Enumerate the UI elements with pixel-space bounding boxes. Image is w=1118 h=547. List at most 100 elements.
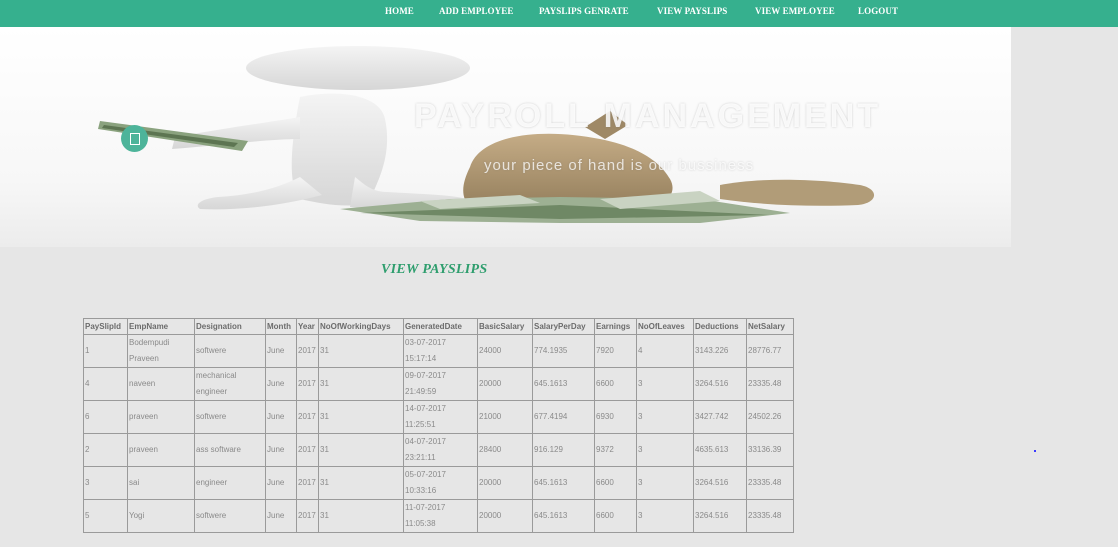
table-cell: 2017 bbox=[296, 334, 319, 368]
header-earnings: Earnings bbox=[594, 318, 637, 335]
nav-home-link[interactable]: HOME bbox=[385, 4, 414, 18]
table-cell: 916.129 bbox=[532, 433, 595, 467]
banner-subtitle: your piece of hand is our bussiness bbox=[484, 157, 755, 174]
table-cell: softwere bbox=[194, 499, 266, 533]
table-cell: 4 bbox=[636, 334, 694, 368]
table-cell: 9372 bbox=[594, 433, 637, 467]
table-cell: 31 bbox=[318, 466, 404, 500]
table-cell: 21000 bbox=[477, 400, 533, 434]
table-cell: 2017 bbox=[296, 367, 319, 401]
table-cell: 20000 bbox=[477, 499, 533, 533]
table-cell: 31 bbox=[318, 499, 404, 533]
table-cell: softwere bbox=[194, 334, 266, 368]
table-cell: June bbox=[265, 499, 297, 533]
header-leaves: NoOfLeaves bbox=[636, 318, 694, 335]
table-row: 5 Yogi softwere June 2017 31 11-07-2017 … bbox=[83, 499, 794, 533]
top-navbar: HOME ADD EMPLOYEE PAYSLIPS GENRATE VIEW … bbox=[0, 0, 1118, 27]
table-cell: 20000 bbox=[477, 466, 533, 500]
table-header: PaySlipId EmpName Designation Month Year… bbox=[83, 318, 794, 335]
table-cell: 7920 bbox=[594, 334, 637, 368]
hero-banner: PAYROLL MANAGEMENT your piece of hand is… bbox=[0, 27, 1011, 247]
table-cell: 14-07-2017 11:25:51 bbox=[403, 400, 478, 434]
nav-view-employee-link[interactable]: VIEW EMPLOYEE bbox=[755, 4, 835, 18]
table-cell: 3 bbox=[636, 400, 694, 434]
table-cell: 4 bbox=[83, 367, 128, 401]
table-cell: 03-07-2017 15:17:14 bbox=[403, 334, 478, 368]
table-cell: June bbox=[265, 433, 297, 467]
header-salary-per-day: SalaryPerDay bbox=[532, 318, 595, 335]
table-cell: 6930 bbox=[594, 400, 637, 434]
table-cell: 23335.48 bbox=[746, 499, 794, 533]
table-row: 2 praveen ass software June 2017 31 04-0… bbox=[83, 433, 794, 467]
table-cell: 3 bbox=[636, 433, 694, 467]
table-cell: praveen bbox=[127, 400, 195, 434]
table-cell: Bodempudi Praveen bbox=[127, 334, 195, 368]
header-basic-salary: BasicSalary bbox=[477, 318, 533, 335]
table-cell: 3264.516 bbox=[693, 466, 747, 500]
table-cell: 2017 bbox=[296, 466, 319, 500]
nav-view-payslips-link[interactable]: VIEW PAYSLIPS bbox=[657, 4, 727, 18]
table-cell: 3264.516 bbox=[693, 499, 747, 533]
slider-control-button[interactable] bbox=[121, 125, 148, 152]
table-cell: 28400 bbox=[477, 433, 533, 467]
table-cell: 6600 bbox=[594, 499, 637, 533]
table-cell: June bbox=[265, 367, 297, 401]
table-cell: 6600 bbox=[594, 367, 637, 401]
page-heading: VIEW PAYSLIPS bbox=[381, 262, 488, 277]
table-cell: 3 bbox=[636, 367, 694, 401]
table-cell: 645.1613 bbox=[532, 466, 595, 500]
table-cell: 23335.48 bbox=[746, 367, 794, 401]
table-cell: 3143.226 bbox=[693, 334, 747, 368]
table-cell: 31 bbox=[318, 334, 404, 368]
table-cell: 24000 bbox=[477, 334, 533, 368]
table-cell: 677.4194 bbox=[532, 400, 595, 434]
table-cell: 4635.613 bbox=[693, 433, 747, 467]
header-designation: Designation bbox=[194, 318, 266, 335]
table-body: 1 Bodempudi Praveen softwere June 2017 3… bbox=[83, 334, 794, 533]
table-cell: 2017 bbox=[296, 400, 319, 434]
nav-add-employee-link[interactable]: ADD EMPLOYEE bbox=[439, 4, 513, 18]
table-cell: 3 bbox=[636, 499, 694, 533]
table-cell: 5 bbox=[83, 499, 128, 533]
table-cell: June bbox=[265, 400, 297, 434]
table-cell: 3427.742 bbox=[693, 400, 747, 434]
header-payslip-id: PaySlipId bbox=[83, 318, 128, 335]
nav-logout-link[interactable]: LOGOUT bbox=[858, 4, 898, 18]
table-cell: June bbox=[265, 466, 297, 500]
table-cell: 774.1935 bbox=[532, 334, 595, 368]
table-cell: Yogi bbox=[127, 499, 195, 533]
table-row: 1 Bodempudi Praveen softwere June 2017 3… bbox=[83, 334, 794, 368]
table-cell: 2017 bbox=[296, 433, 319, 467]
table-row: 3 sai engineer June 2017 31 05-07-2017 1… bbox=[83, 466, 794, 500]
table-cell: 04-07-2017 23:21:11 bbox=[403, 433, 478, 467]
table-cell: 31 bbox=[318, 400, 404, 434]
table-cell: ass software bbox=[194, 433, 266, 467]
header-generated-date: GeneratedDate bbox=[403, 318, 478, 335]
table-cell: praveen bbox=[127, 433, 195, 467]
payslips-table: PaySlipId EmpName Designation Month Year… bbox=[83, 318, 794, 533]
table-cell: 2 bbox=[83, 433, 128, 467]
table-cell: naveen bbox=[127, 367, 195, 401]
header-year: Year bbox=[296, 318, 319, 335]
table-cell: 11-07-2017 11:05:38 bbox=[403, 499, 478, 533]
header-net-salary: NetSalary bbox=[746, 318, 794, 335]
table-header-row: PaySlipId EmpName Designation Month Year… bbox=[83, 318, 794, 335]
header-emp-name: EmpName bbox=[127, 318, 195, 335]
table-cell: 31 bbox=[318, 433, 404, 467]
table-cell: 28776.77 bbox=[746, 334, 794, 368]
table-cell: 20000 bbox=[477, 367, 533, 401]
square-icon bbox=[130, 133, 140, 145]
table-row: 6 praveen softwere June 2017 31 14-07-20… bbox=[83, 400, 794, 434]
table-cell: 3264.516 bbox=[693, 367, 747, 401]
table-cell: engineer bbox=[194, 466, 266, 500]
table-cell: 6600 bbox=[594, 466, 637, 500]
stray-dot bbox=[1034, 450, 1036, 452]
header-working-days: NoOfWorkingDays bbox=[318, 318, 404, 335]
table-cell: 33136.39 bbox=[746, 433, 794, 467]
table-cell: softwere bbox=[194, 400, 266, 434]
table-row: 4 naveen mechanical engineer June 2017 3… bbox=[83, 367, 794, 401]
nav-payslips-generate-link[interactable]: PAYSLIPS GENRATE bbox=[539, 4, 629, 18]
table-cell: 6 bbox=[83, 400, 128, 434]
table-cell: 3 bbox=[83, 466, 128, 500]
table-cell: 3 bbox=[636, 466, 694, 500]
